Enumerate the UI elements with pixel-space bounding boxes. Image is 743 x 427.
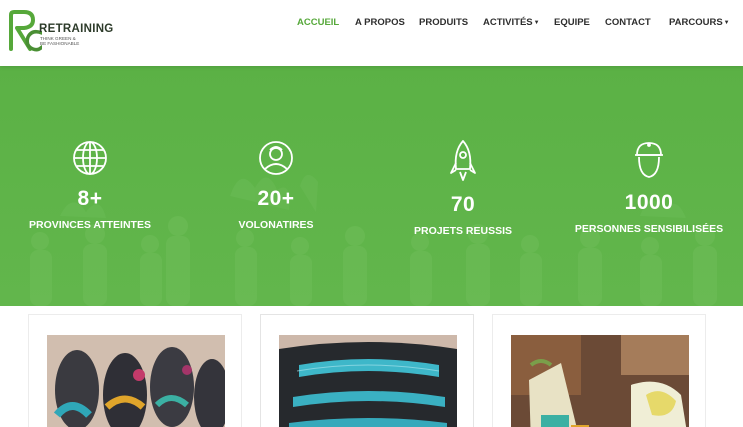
stat-label: PROVINCES ATTEINTES bbox=[29, 219, 151, 231]
product-card[interactable] bbox=[260, 314, 474, 427]
nav-label: PARCOURS bbox=[669, 17, 723, 28]
caret-down-icon: ▼ bbox=[723, 20, 730, 26]
brand-name: RETRAINING bbox=[39, 23, 114, 35]
nav-a-propos[interactable]: A PROPOS bbox=[355, 17, 405, 28]
stat-people: 1000 PERSONNES SENSIBILISÉES bbox=[574, 139, 724, 235]
activity-card[interactable] bbox=[492, 314, 706, 427]
stat-projects: 70 PROJETS REUSSIS bbox=[393, 139, 533, 237]
product-card[interactable] bbox=[28, 314, 242, 427]
stat-value: 1000 bbox=[624, 191, 674, 214]
sandals-photo[interactable] bbox=[47, 335, 225, 427]
cap-person-icon bbox=[635, 142, 663, 178]
stat-value: 20+ bbox=[257, 187, 295, 210]
nav-label: EQUIPE bbox=[554, 17, 590, 28]
tagline-line-2: BE FASHIONABLE bbox=[40, 41, 80, 47]
globe-icon bbox=[73, 141, 107, 175]
site-header: RETRAINING THINK GREEN & BE FASHIONABLE … bbox=[0, 0, 743, 66]
bag-photo[interactable] bbox=[279, 335, 457, 427]
stats-section: 8+ PROVINCES ATTEINTES 20+ VOLONATIRES 7… bbox=[0, 66, 743, 306]
nav-accueil[interactable]: ACCUEIL bbox=[297, 17, 339, 28]
nav-label: ACCUEIL bbox=[297, 17, 340, 28]
nav-label: A PROPOS bbox=[355, 17, 405, 28]
volunteer-icon bbox=[259, 141, 293, 175]
stat-value: 70 bbox=[450, 193, 476, 216]
logo[interactable]: RETRAINING THINK GREEN & BE FASHIONABLE bbox=[8, 9, 118, 53]
nav-label: PRODUITS bbox=[419, 17, 469, 28]
stat-volunteers: 20+ VOLONATIRES bbox=[206, 139, 346, 231]
workshop-photo[interactable] bbox=[511, 335, 689, 427]
logo-rc-mark bbox=[9, 10, 42, 52]
caret-down-icon: ▼ bbox=[533, 20, 540, 26]
stat-label: PERSONNES SENSIBILISÉES bbox=[574, 223, 724, 235]
nav-label: CONTACT bbox=[605, 17, 651, 28]
nav-equipe[interactable]: EQUIPE bbox=[554, 17, 590, 28]
stat-label: VOLONATIRES bbox=[238, 219, 314, 231]
nav-label: ACTIVITÉS bbox=[483, 17, 533, 28]
nav-contact[interactable]: CONTACT bbox=[605, 17, 651, 28]
nav-activites[interactable]: ACTIVITÉS▼ bbox=[483, 17, 540, 28]
stat-value: 8+ bbox=[77, 187, 103, 210]
brand-tagline: THINK GREEN & BE FASHIONABLE bbox=[40, 36, 120, 47]
rocket-icon bbox=[450, 140, 476, 181]
nav-produits[interactable]: PRODUITS bbox=[419, 17, 468, 28]
nav-parcours[interactable]: PARCOURS▼ bbox=[669, 17, 730, 28]
stat-provinces: 8+ PROVINCES ATTEINTES bbox=[20, 139, 160, 231]
stat-label: PROJETS REUSSIS bbox=[413, 225, 513, 237]
